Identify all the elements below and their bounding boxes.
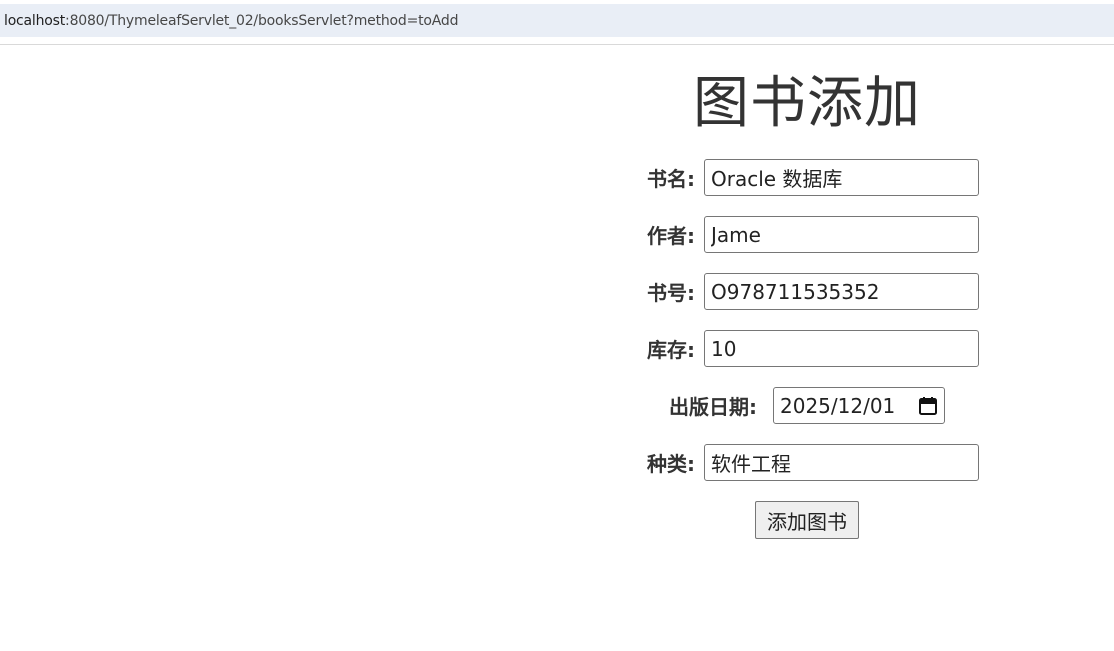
stock-input[interactable] <box>704 330 979 367</box>
url-text[interactable]: localhost:8080/ThymeleafServlet_02/books… <box>4 13 458 29</box>
author-input[interactable] <box>704 216 979 253</box>
isbn-row: 书号: <box>500 263 1114 320</box>
publish-date-input[interactable]: 2025/12/01 <box>773 387 945 424</box>
name-label: 书名: <box>647 167 695 191</box>
category-label: 种类: <box>647 452 695 476</box>
publish-date-value: 2025/12/01 <box>780 393 896 418</box>
isbn-label: 书号: <box>647 281 695 305</box>
url-path: :8080/ThymeleafServlet_02/booksServlet?m… <box>65 12 459 29</box>
calendar-icon[interactable] <box>918 396 938 416</box>
add-book-button[interactable]: 添加图书 <box>755 501 859 539</box>
category-row: 种类: <box>500 434 1114 491</box>
stock-label: 库存: <box>647 338 695 362</box>
add-book-page: 图书添加 书名: 作者: 书号: 库存: 出版日期: 2025/12/01 <box>500 45 1114 548</box>
category-input[interactable] <box>704 444 979 481</box>
author-label: 作者: <box>647 224 695 248</box>
stock-row: 库存: <box>500 320 1114 377</box>
isbn-input[interactable] <box>704 273 979 310</box>
page-title: 图书添加 <box>693 71 921 136</box>
author-row: 作者: <box>500 206 1114 263</box>
publish-date-label: 出版日期: <box>669 395 757 419</box>
submit-row: 添加图书 <box>500 491 1114 548</box>
url-host: localhost <box>4 12 66 29</box>
add-book-form: 书名: 作者: 书号: 库存: 出版日期: 2025/12/01 <box>500 149 1114 548</box>
publish-date-row: 出版日期: 2025/12/01 <box>500 377 1114 434</box>
name-row: 书名: <box>500 149 1114 206</box>
name-input[interactable] <box>704 159 979 196</box>
address-bar[interactable]: localhost:8080/ThymeleafServlet_02/books… <box>0 4 1114 37</box>
